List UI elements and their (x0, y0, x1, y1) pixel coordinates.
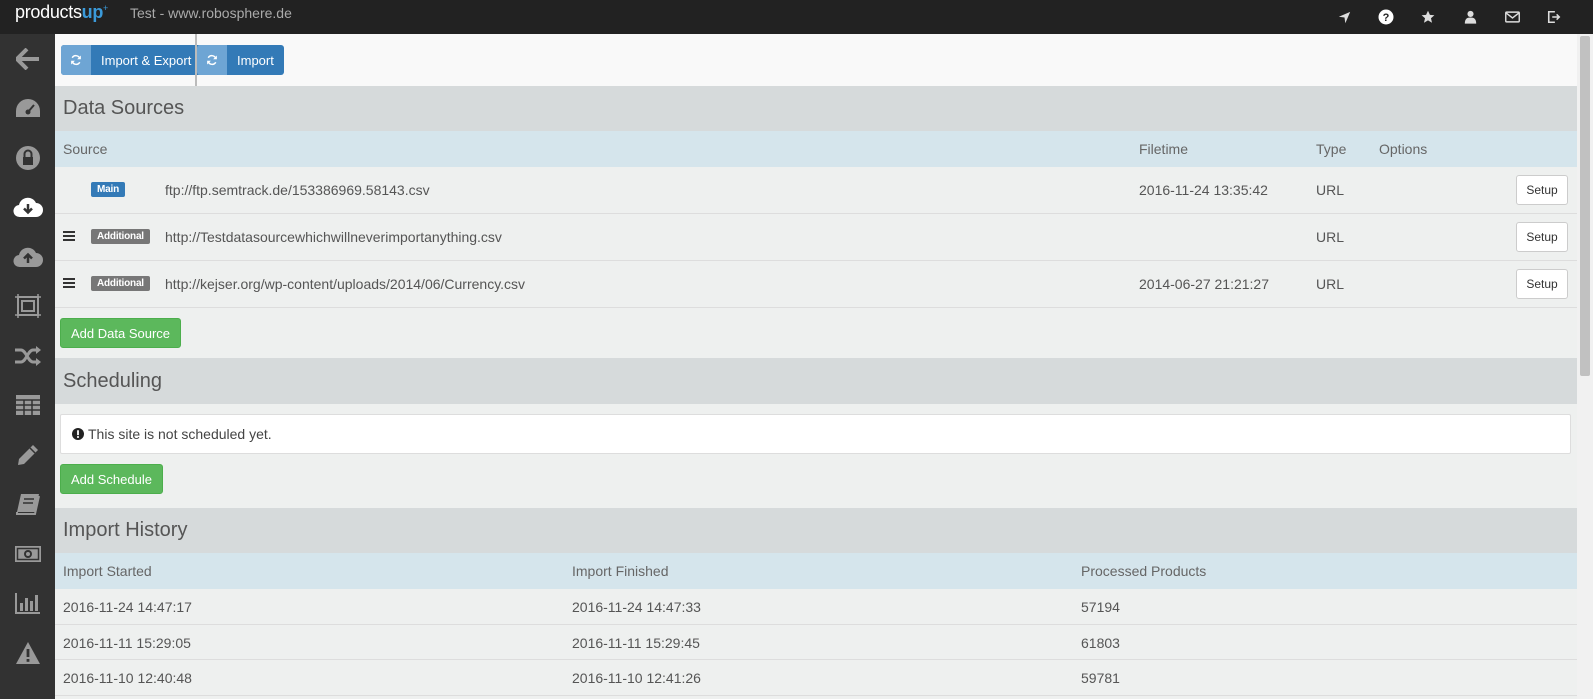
import-finished: 2016-11-11 15:29:45 (572, 634, 700, 651)
status-badge: Additional (91, 229, 150, 244)
status-badge: Additional (91, 276, 150, 291)
scheduling-title: Scheduling (55, 358, 1577, 404)
scrollbar-thumb[interactable] (1580, 36, 1590, 376)
table-row: 2016-11-24 14:47:17 2016-11-24 14:47:33 … (55, 589, 1577, 625)
source-type: URL (1316, 182, 1345, 198)
refresh-icon (61, 45, 91, 75)
main-content: Import & Export Import Data Sources Sour… (55, 34, 1577, 699)
column-header-options: Options (1379, 141, 1428, 157)
star-icon[interactable] (1417, 6, 1439, 28)
sidebar-item-docs[interactable] (0, 480, 55, 530)
import-history-header: Import Started Import Finished Processed… (55, 553, 1577, 589)
money-icon (14, 545, 41, 562)
cloud-upload-icon (12, 247, 43, 267)
source-url: http://kejser.org/wp-content/uploads/201… (165, 276, 526, 292)
filetime: 2016-11-24 13:35:42 (1139, 182, 1268, 198)
warning-icon (15, 641, 40, 664)
page-scrollbar[interactable] (1577, 34, 1593, 699)
drag-handle-icon[interactable] (63, 278, 75, 288)
status-badge: Main (91, 182, 125, 197)
source-type: URL (1316, 229, 1345, 245)
sidebar-item-billing[interactable] (0, 529, 55, 579)
drag-handle-icon[interactable] (63, 231, 75, 241)
source-url: http://Testdatasourcewhichwillneverimpor… (165, 229, 502, 245)
data-sources-title: Data Sources (55, 86, 1577, 131)
toolbar: Import & Export Import (55, 34, 1577, 86)
logout-icon[interactable] (1543, 6, 1565, 28)
setup-button[interactable]: Setup (1516, 222, 1568, 252)
sidebar-item-table[interactable] (0, 381, 55, 431)
pencil-icon (17, 444, 38, 465)
add-schedule-button[interactable]: Add Schedule (60, 464, 163, 494)
table-row: 2016-11-10 12:40:48 2016-11-10 12:41:26 … (55, 660, 1577, 696)
top-bar: productsup+ Test - www.robosphere.de ? (0, 0, 1593, 34)
column-header-import-started: Import Started (63, 563, 152, 579)
sidebar-item-reports[interactable] (0, 579, 55, 629)
lock-icon (15, 145, 40, 170)
import-finished: 2016-11-10 12:41:26 (572, 670, 701, 686)
import-started: 2016-11-10 12:40:48 (63, 670, 192, 686)
import-finished: 2016-11-24 14:47:33 (572, 599, 701, 615)
exclamation-circle-icon (72, 428, 84, 440)
sidebar-item-import[interactable] (0, 183, 55, 233)
schedule-alert: This site is not scheduled yet. (60, 414, 1571, 454)
dashboard-icon (15, 99, 40, 118)
table-row: Additional http://Testdatasourcewhichwil… (55, 214, 1577, 261)
import-started: 2016-11-24 14:47:17 (63, 599, 192, 615)
import-button[interactable]: Import (197, 45, 284, 75)
column-header-source: Source (63, 141, 108, 157)
column-header-import-finished: Import Finished (572, 563, 669, 579)
book-icon (15, 494, 40, 516)
sidebar-item-warnings[interactable] (0, 628, 55, 678)
site-title: Test - www.robosphere.de (130, 5, 292, 21)
schedule-message: This site is not scheduled yet. (88, 426, 272, 442)
table-row: Additional http://kejser.org/wp-content/… (55, 261, 1577, 308)
user-icon[interactable] (1459, 6, 1481, 28)
table-icon (15, 395, 40, 416)
processed-products: 61803 (1081, 634, 1120, 651)
mail-icon[interactable] (1501, 6, 1523, 28)
import-export-button[interactable]: Import & Export (61, 45, 202, 75)
sidebar (0, 34, 55, 699)
cloud-download-icon (12, 198, 43, 218)
column-header-filetime: Filetime (1139, 141, 1189, 157)
frame-icon (14, 294, 41, 319)
add-data-source-button[interactable]: Add Data Source (60, 318, 182, 348)
sidebar-item-dashboard[interactable] (0, 84, 55, 134)
sidebar-item-frame[interactable] (0, 282, 55, 332)
logo[interactable]: productsup+ (15, 2, 108, 23)
setup-button[interactable]: Setup (1516, 269, 1568, 299)
svg-text:?: ? (1383, 12, 1390, 24)
bar-chart-icon (14, 593, 40, 615)
processed-products: 57194 (1081, 599, 1120, 615)
sidebar-item-export[interactable] (0, 232, 55, 282)
data-sources-header: Source Filetime Type Options (55, 131, 1577, 167)
help-icon[interactable]: ? (1375, 6, 1397, 28)
source-type: URL (1316, 276, 1345, 292)
location-arrow-icon[interactable] (1333, 6, 1355, 28)
sidebar-item-back[interactable] (0, 34, 55, 84)
import-history-title: Import History (55, 508, 1577, 553)
processed-products: 59781 (1081, 670, 1120, 686)
back-arrow-icon (15, 47, 39, 70)
sidebar-item-security[interactable] (0, 133, 55, 183)
filetime: 2014-06-27 21:21:27 (1139, 276, 1269, 292)
shuffle-icon (14, 345, 41, 366)
source-url: ftp://ftp.semtrack.de/153386969.58143.cs… (165, 182, 430, 198)
import-started: 2016-11-11 15:29:05 (63, 634, 191, 651)
column-header-processed-products: Processed Products (1081, 563, 1207, 579)
table-row: 2016-11-11 15:29:05 2016-11-11 15:29:45 … (55, 625, 1577, 660)
setup-button[interactable]: Setup (1516, 175, 1568, 205)
sidebar-item-shuffle[interactable] (0, 331, 55, 381)
sidebar-item-edit[interactable] (0, 430, 55, 480)
refresh-icon (197, 45, 227, 75)
table-row: Main ftp://ftp.semtrack.de/153386969.581… (55, 167, 1577, 214)
column-header-type: Type (1316, 141, 1347, 157)
